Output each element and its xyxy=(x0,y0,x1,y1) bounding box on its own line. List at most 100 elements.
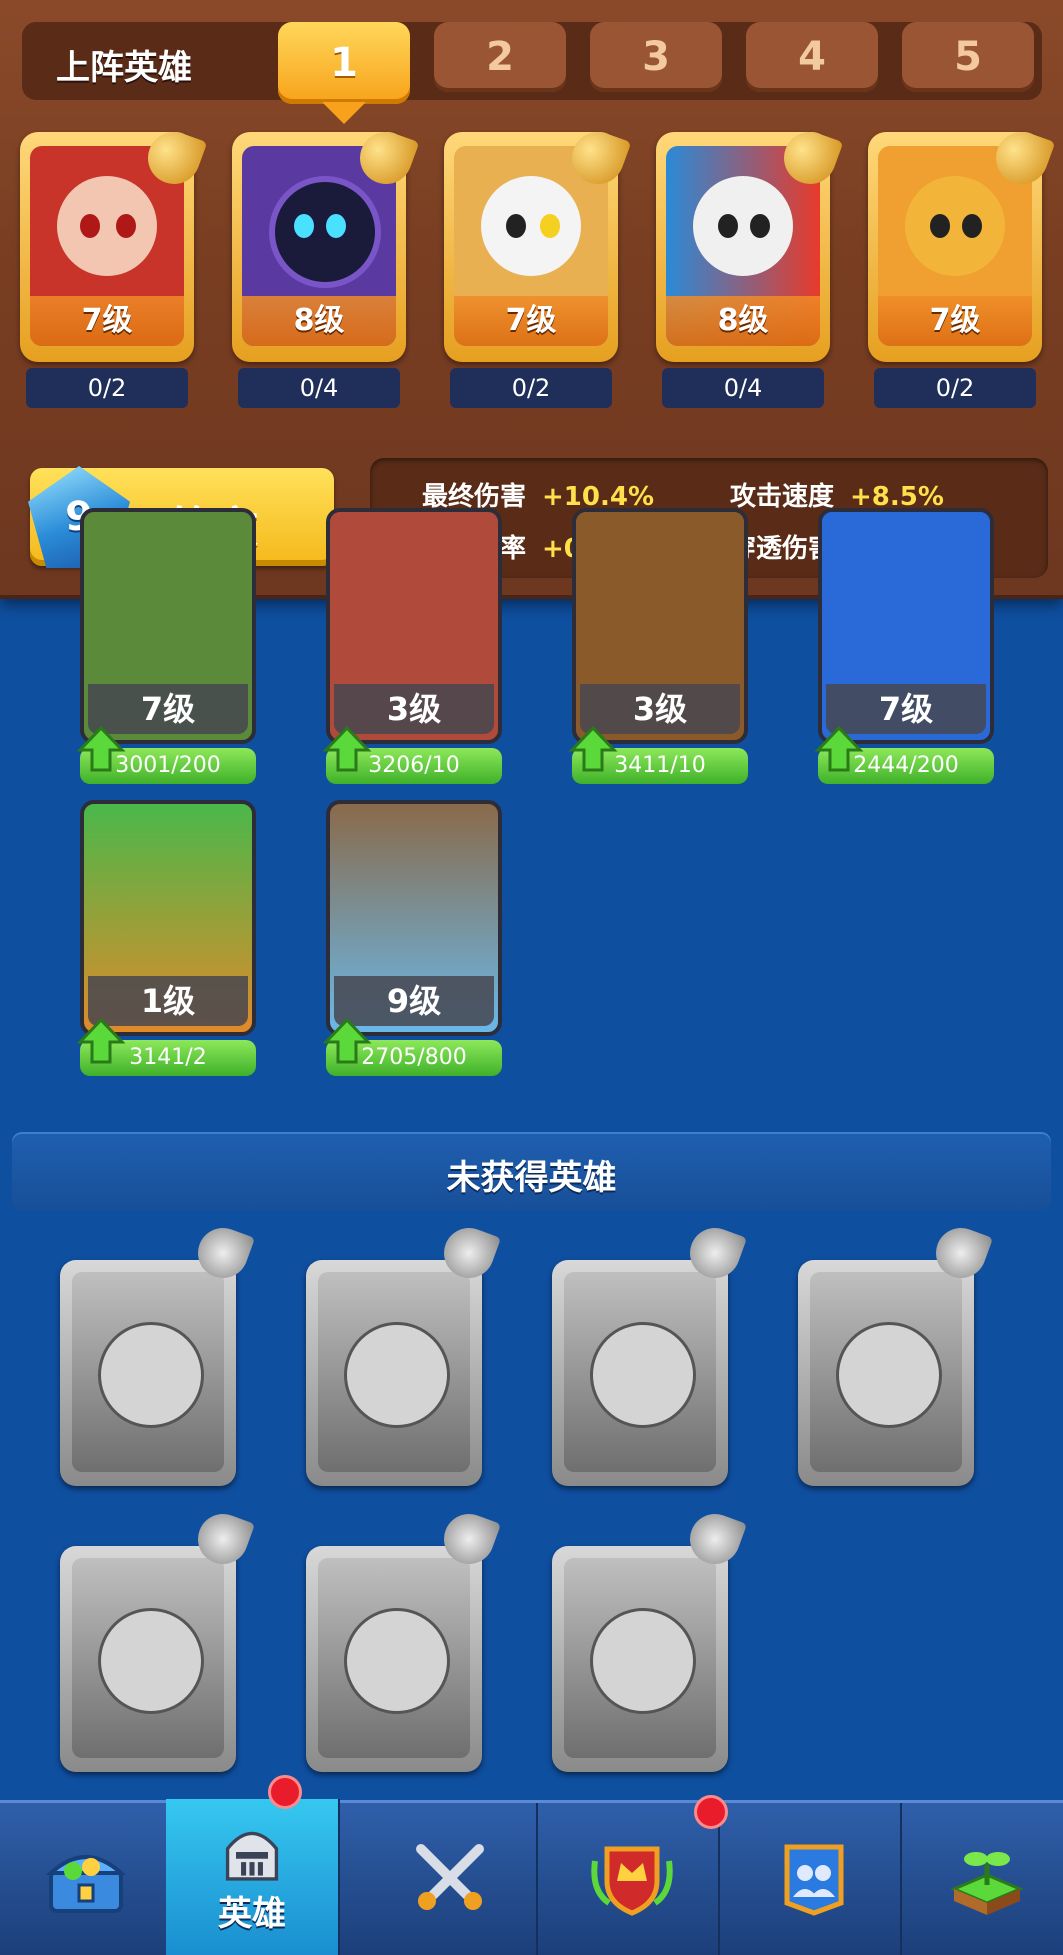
nav-label: 英雄 xyxy=(218,1893,286,1934)
lineup-hero-card[interactable]: 7级 0/2 xyxy=(444,112,632,412)
hero-level: 8级 xyxy=(242,296,396,346)
tab-slot-1[interactable]: 1 xyxy=(278,22,410,104)
locked-hero-card[interactable] xyxy=(542,1506,748,1776)
hero-portrait: 9级 xyxy=(326,800,502,1036)
hero-face xyxy=(344,1322,450,1428)
nav-battle[interactable] xyxy=(364,1803,538,1955)
owned-hero-card[interactable]: 1级 3141/2 xyxy=(76,800,256,1090)
hero-eye xyxy=(116,214,136,238)
hero-shard-count: 0/4 xyxy=(662,368,824,408)
owned-hero-card[interactable]: 3级 3411/10 xyxy=(568,508,748,798)
locked-hero-portrait xyxy=(564,1558,716,1758)
locked-hero-portrait xyxy=(72,1558,224,1758)
knight-helmet-icon xyxy=(225,1831,279,1881)
locked-hero-card[interactable] xyxy=(788,1220,994,1490)
tab-slot-2[interactable]: 2 xyxy=(434,22,566,92)
upgrade-arrow-icon xyxy=(76,725,126,772)
hero-eye xyxy=(718,214,738,238)
hero-shard-count: 0/2 xyxy=(26,368,188,408)
owned-hero-card[interactable]: 3级 3206/10 xyxy=(322,508,502,798)
hero-shard-count: 0/2 xyxy=(874,368,1036,408)
bottom-nav: 英雄 xyxy=(0,1775,1063,1955)
lineup-hero-card[interactable]: 7级 0/2 xyxy=(20,112,208,412)
hero-portrait: 7级 xyxy=(818,508,994,744)
lineup-hero-card[interactable]: 7级 0/2 xyxy=(868,112,1056,412)
locked-hero-card[interactable] xyxy=(296,1506,502,1776)
hero-eye xyxy=(962,214,982,238)
hero-portrait: 3级 xyxy=(326,508,502,744)
locked-hero-card[interactable] xyxy=(50,1220,256,1490)
hero-frame: 8级 xyxy=(232,124,420,362)
hero-level: 7级 xyxy=(878,296,1032,346)
tab-slot-label: 5 xyxy=(954,34,982,80)
hero-level: 7级 xyxy=(454,296,608,346)
owned-hero-card[interactable]: 7级 3001/200 xyxy=(76,508,256,798)
hero-frame xyxy=(552,1546,728,1772)
hero-face xyxy=(693,176,793,276)
locked-hero-card[interactable] xyxy=(296,1220,502,1490)
hero-face xyxy=(57,176,157,276)
locked-hero-portrait xyxy=(564,1272,716,1472)
upgrade-arrow-icon xyxy=(322,725,372,772)
hero-eye xyxy=(80,214,100,238)
hero-frame: 7级 xyxy=(868,124,1056,362)
lineup-title: 上阵英雄 xyxy=(56,48,192,88)
locked-hero-card[interactable] xyxy=(50,1506,256,1776)
tab-slot-label: 1 xyxy=(330,40,358,86)
hero-shard-count: 0/2 xyxy=(450,368,612,408)
sprout-island-icon xyxy=(949,1852,1024,1915)
hero-frame xyxy=(60,1546,236,1772)
hero-eye xyxy=(540,214,560,238)
nav-farm[interactable] xyxy=(910,1803,1063,1955)
lineup-hero-card[interactable]: 8级 0/4 xyxy=(232,112,420,412)
hero-portrait: 7级 xyxy=(80,508,256,744)
hero-frame xyxy=(306,1546,482,1772)
hero-eye xyxy=(750,214,770,238)
hero-frame xyxy=(306,1260,482,1486)
notification-dot xyxy=(694,1795,728,1829)
owned-hero-card[interactable]: 9级 2705/800 xyxy=(322,800,502,1090)
locked-hero-portrait xyxy=(72,1272,224,1472)
section-title: 未获得英雄 xyxy=(446,1158,617,1198)
upgrade-arrow-icon xyxy=(814,725,864,772)
hero-face xyxy=(269,176,381,288)
hero-eye xyxy=(930,214,950,238)
hero-frame xyxy=(798,1260,974,1486)
hero-portrait: 3级 xyxy=(572,508,748,744)
hero-level: 7级 xyxy=(30,296,184,346)
hero-face xyxy=(590,1322,696,1428)
hero-face xyxy=(481,176,581,276)
tab-slot-4[interactable]: 4 xyxy=(746,22,878,92)
nav-shop[interactable] xyxy=(0,1803,174,1955)
hero-frame xyxy=(552,1260,728,1486)
locked-hero-portrait xyxy=(318,1272,470,1472)
owned-hero-card[interactable]: 7级 2444/200 xyxy=(814,508,994,798)
hero-face xyxy=(905,176,1005,276)
hero-eye xyxy=(294,214,314,238)
tab-slot-3[interactable]: 3 xyxy=(590,22,722,92)
nav-rank[interactable] xyxy=(546,1803,720,1955)
crossed-swords-icon xyxy=(416,1844,484,1910)
hero-level: 8级 xyxy=(666,296,820,346)
notification-dot xyxy=(268,1775,302,1809)
treasure-chest-icon xyxy=(45,1855,127,1913)
locked-hero-portrait xyxy=(318,1558,470,1758)
nav-heroes[interactable]: 英雄 xyxy=(166,1799,340,1955)
hero-frame: 7级 xyxy=(20,124,208,362)
upgrade-arrow-icon xyxy=(322,1017,372,1064)
tab-slot-label: 4 xyxy=(798,34,826,80)
hero-frame xyxy=(60,1260,236,1486)
nav-guild[interactable] xyxy=(728,1803,902,1955)
lineup-hero-card[interactable]: 8级 0/4 xyxy=(656,112,844,412)
upgrade-arrow-icon xyxy=(568,725,618,772)
hero-frame: 8级 xyxy=(656,124,844,362)
hero-face xyxy=(344,1608,450,1714)
hero-frame: 7级 xyxy=(444,124,632,362)
tab-slot-5[interactable]: 5 xyxy=(902,22,1034,92)
hero-face xyxy=(98,1322,204,1428)
locked-hero-card[interactable] xyxy=(542,1220,748,1490)
guild-banner-icon xyxy=(784,1844,844,1916)
upgrade-arrow-icon xyxy=(76,1017,126,1064)
hero-face xyxy=(590,1608,696,1714)
hero-portrait: 1级 xyxy=(80,800,256,1036)
